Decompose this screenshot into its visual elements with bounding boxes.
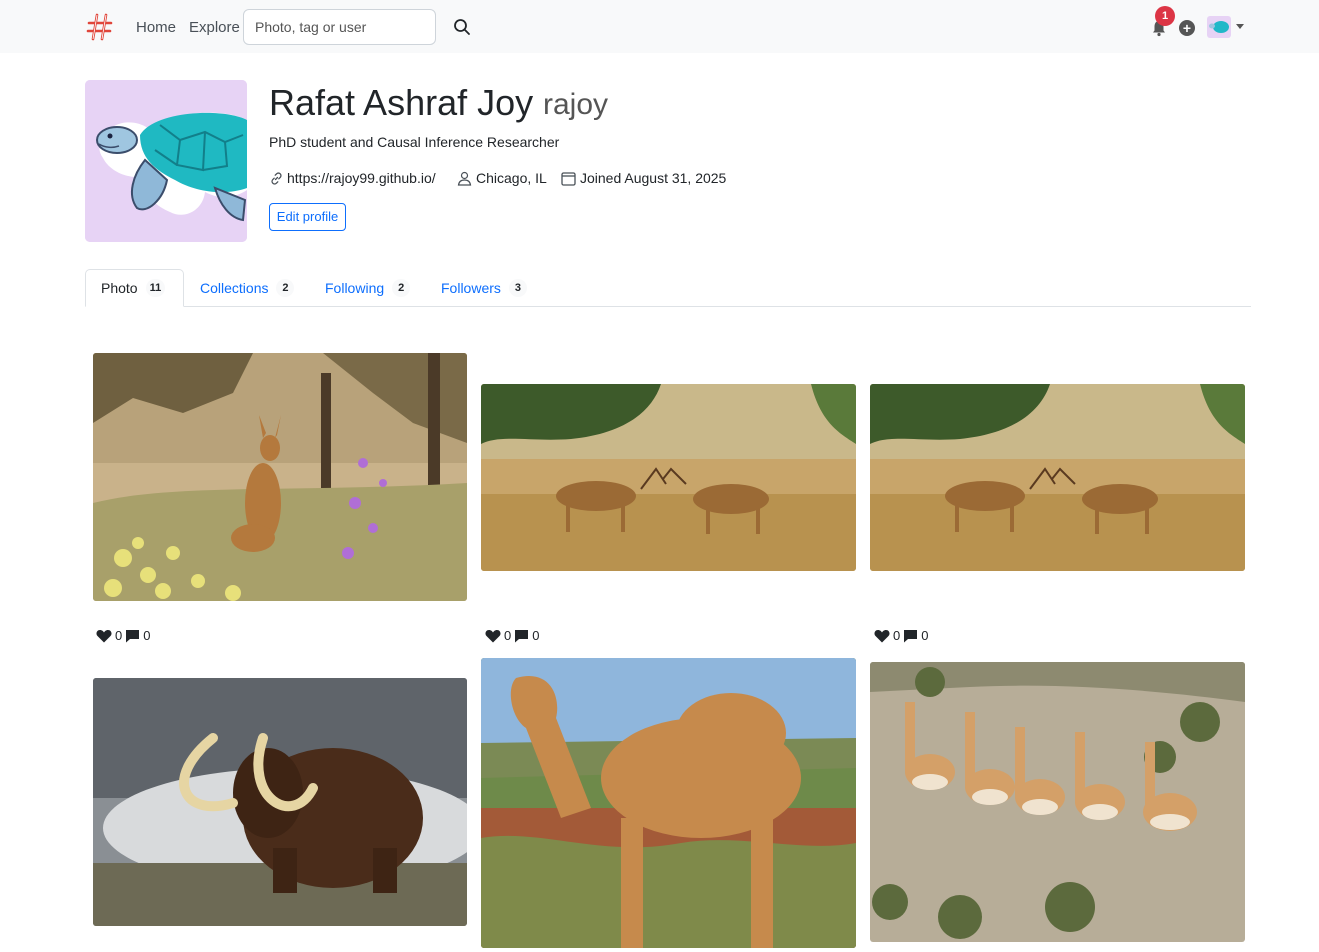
top-navbar: Home Explore 1 +	[0, 0, 1319, 53]
location-text: Chicago, IL	[476, 170, 547, 186]
search-icon[interactable]	[451, 16, 473, 38]
profile-website[interactable]: https://rajoy99.github.io/	[270, 170, 436, 186]
like-count: 0	[115, 628, 123, 643]
photo-camel[interactable]	[481, 658, 856, 948]
comment-count: 0	[143, 628, 151, 643]
profile-location: Chicago, IL	[457, 170, 547, 186]
tab-count: 3	[508, 279, 527, 297]
comment-count: 0	[921, 628, 929, 643]
photo-deer-1[interactable]	[481, 384, 856, 571]
tab-followers[interactable]: Followers 3	[426, 269, 542, 307]
tab-count: 2	[276, 279, 295, 297]
nav-home-link[interactable]: Home	[136, 19, 176, 36]
person-icon	[457, 171, 472, 186]
profile-bio: PhD student and Causal Inference Researc…	[269, 134, 560, 150]
comment-icon[interactable]	[125, 629, 140, 643]
photo-deer-2[interactable]	[870, 384, 1245, 571]
like-count: 0	[504, 628, 512, 643]
link-icon	[271, 171, 282, 185]
website-link[interactable]: https://rajoy99.github.io/	[287, 170, 436, 186]
like-count: 0	[893, 628, 901, 643]
heart-icon[interactable]	[485, 629, 501, 643]
tab-photo[interactable]: Photo 11	[85, 269, 184, 307]
hashtag-logo-icon[interactable]	[86, 12, 114, 42]
comment-count: 0	[532, 628, 540, 643]
tab-count: 2	[392, 279, 411, 297]
photo-stats: 0 0	[485, 628, 539, 643]
comment-icon[interactable]	[514, 629, 529, 643]
tab-collections[interactable]: Collections 2	[185, 269, 309, 307]
profile-joined: Joined August 31, 2025	[561, 170, 726, 186]
profile-name: Rafat Ashraf Joy	[269, 82, 534, 123]
tab-following[interactable]: Following 2	[310, 269, 425, 307]
profile-username: rajoy	[543, 88, 609, 121]
nav-explore-link[interactable]: Explore	[189, 19, 240, 36]
tab-label: Photo	[101, 280, 138, 296]
comment-icon[interactable]	[903, 629, 918, 643]
photo-stats: 0 0	[96, 628, 150, 643]
photo-stats: 0 0	[874, 628, 928, 643]
notification-badge: 1	[1155, 6, 1175, 26]
search-input[interactable]	[243, 9, 436, 45]
photo-vicunas[interactable]	[870, 662, 1245, 942]
calendar-icon	[561, 171, 576, 186]
tab-label: Collections	[200, 280, 269, 296]
tab-label: Followers	[441, 280, 501, 296]
photo-mammoth[interactable]	[93, 678, 467, 926]
profile-avatar	[85, 80, 247, 242]
chevron-down-icon[interactable]	[1236, 24, 1244, 29]
edit-profile-button[interactable]: Edit profile	[269, 203, 346, 231]
add-photo-icon[interactable]: +	[1179, 20, 1195, 36]
user-avatar-menu[interactable]	[1207, 16, 1231, 38]
tab-label: Following	[325, 280, 385, 296]
joined-text: Joined August 31, 2025	[580, 170, 727, 186]
heart-icon[interactable]	[874, 629, 890, 643]
heart-icon[interactable]	[96, 629, 112, 643]
photo-kangaroo[interactable]	[93, 353, 467, 601]
tab-count: 11	[145, 279, 166, 297]
